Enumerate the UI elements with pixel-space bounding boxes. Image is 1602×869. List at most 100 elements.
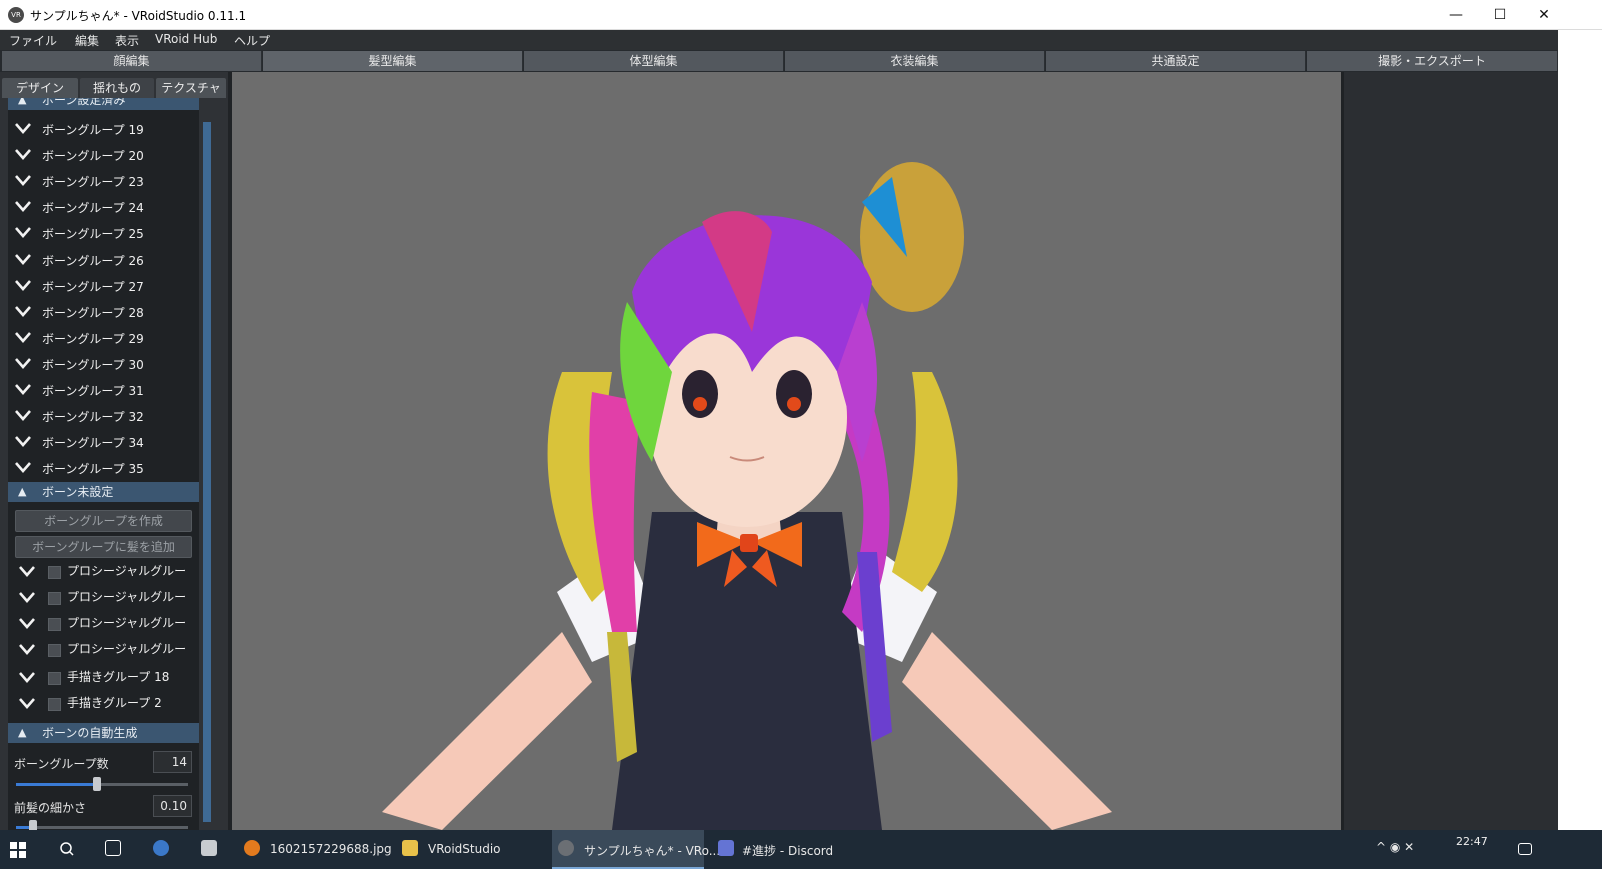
slider-thumb[interactable] <box>93 777 101 791</box>
start-button[interactable] <box>0 830 36 869</box>
bone-group-row[interactable]: ボーングループ 20 <box>8 142 199 168</box>
section-auto-generate[interactable]: ▲ ボーンの自動生成 <box>8 723 199 743</box>
bone-group-label: プロシージャルグルー <box>67 642 187 656</box>
bone-group-row[interactable]: ボーングループ 28 <box>8 299 199 325</box>
vroid-studio-window: VR サンプルちゃん* - VRoidStudio 0.11.1 — ☐ ✕ フ… <box>0 0 1602 869</box>
unset-bone-group-row[interactable]: プロシージャルグルー <box>8 611 199 637</box>
slider-thumb[interactable] <box>29 820 37 830</box>
file-icon <box>201 840 217 856</box>
bangs-detail-input[interactable]: 0.10 <box>153 795 192 817</box>
bone-group-label: ボーングループ 28 <box>42 305 144 320</box>
window-edge-background <box>1558 30 1602 830</box>
tab-face-edit[interactable]: 顔編集 <box>2 51 262 71</box>
taskbar-item-image[interactable]: 1602157229688.jpg <box>238 830 392 869</box>
left-panel-scrollbar[interactable] <box>203 122 211 822</box>
tab-common-settings[interactable]: 共通設定 <box>1046 51 1306 71</box>
menu-vroid-hub[interactable]: VRoid Hub <box>155 32 217 46</box>
chevron-down-icon <box>15 149 31 161</box>
minimize-button[interactable]: — <box>1433 0 1479 30</box>
system-tray[interactable]: ^ ◉ ✕ <box>1370 830 1440 869</box>
unset-bone-group-row[interactable]: プロシージャルグルー <box>8 637 199 663</box>
subtab-sway[interactable]: 揺れもの <box>80 78 154 98</box>
bone-group-row[interactable]: ボーングループ 23 <box>8 168 199 194</box>
bone-count-slider[interactable] <box>16 777 188 791</box>
group-checkbox[interactable] <box>48 566 61 579</box>
chevron-down-icon <box>19 644 35 655</box>
unset-bone-group-row[interactable]: 手描きグループ 18 <box>8 665 199 691</box>
chevron-down-icon <box>19 592 35 603</box>
windows-icon <box>10 842 26 858</box>
tab-body-edit[interactable]: 体型編集 <box>524 51 784 71</box>
sub-tab-bar: デザイン 揺れもの テクスチャ <box>0 72 228 98</box>
bone-group-row[interactable]: ボーングループ 30 <box>8 351 199 377</box>
search-button[interactable] <box>52 830 82 869</box>
group-checkbox[interactable] <box>48 644 61 657</box>
chevron-down-icon <box>15 462 31 474</box>
bone-group-row[interactable]: ボーングループ 19 <box>8 116 199 142</box>
bone-group-row[interactable]: ボーングループ 27 <box>8 273 199 299</box>
discord-icon <box>718 840 734 856</box>
browser-app[interactable] <box>146 830 176 869</box>
bone-group-label: 手描きグループ 2 <box>67 696 162 710</box>
bone-group-row[interactable]: ボーングループ 24 <box>8 194 199 220</box>
bone-group-row[interactable]: ボーングループ 35 <box>8 455 199 481</box>
menu-view[interactable]: 表示 <box>115 32 139 49</box>
unset-bone-group-row[interactable]: プロシージャルグルー <box>8 585 199 611</box>
section-bones-set[interactable]: ▲ ボーン設定済み <box>8 98 199 110</box>
close-button[interactable]: ✕ <box>1521 0 1567 30</box>
chevron-up-icon: ▲ <box>18 485 27 498</box>
bone-count-input[interactable]: 14 <box>153 751 192 773</box>
bangs-detail-slider[interactable] <box>16 820 188 830</box>
taskbar-item-label: #進捗 - Discord <box>742 844 834 858</box>
chevron-up-icon: ▲ <box>18 726 27 739</box>
chevron-down-icon <box>15 436 31 448</box>
maximize-button[interactable]: ☐ <box>1477 0 1523 30</box>
chevron-down-icon <box>15 331 31 343</box>
group-checkbox[interactable] <box>48 698 61 711</box>
scrollbar-thumb[interactable] <box>203 122 211 822</box>
group-checkbox[interactable] <box>48 672 61 685</box>
menu-file[interactable]: ファイル <box>9 32 57 49</box>
3d-viewport[interactable] <box>228 72 1341 830</box>
chevron-down-icon <box>19 672 35 683</box>
chevron-down-icon <box>19 698 35 709</box>
group-checkbox[interactable] <box>48 592 61 605</box>
bone-group-row[interactable]: ボーングループ 29 <box>8 325 199 351</box>
bone-group-label: プロシージャルグルー <box>67 590 187 604</box>
file-app[interactable] <box>194 830 224 869</box>
bone-group-row[interactable]: ボーングループ 32 <box>8 403 199 429</box>
taskbar-item-label: VRoidStudio <box>428 842 501 856</box>
tab-outfit-edit[interactable]: 衣装編集 <box>785 51 1045 71</box>
taskbar-item-vroid[interactable]: サンプルちゃん* - VRo... <box>552 830 720 869</box>
bone-group-label: ボーングループ 31 <box>42 384 144 398</box>
tab-photo-export[interactable]: 撮影・エクスポート <box>1307 51 1558 71</box>
menu-edit[interactable]: 編集 <box>75 32 99 49</box>
add-hair-to-bone-group-button[interactable]: ボーングループに髪を追加 <box>15 536 192 558</box>
bone-group-row[interactable]: ボーングループ 26 <box>8 247 199 273</box>
group-checkbox[interactable] <box>48 618 61 631</box>
notification-button[interactable] <box>1510 830 1540 869</box>
taskbar-item-label: サンプルちゃん* - VRo... <box>584 844 721 858</box>
unset-bone-group-row[interactable]: プロシージャルグルー <box>8 559 199 585</box>
bone-group-label: プロシージャルグルー <box>67 564 187 578</box>
bone-group-row[interactable]: ボーングループ 34 <box>8 429 199 455</box>
create-bone-group-button[interactable]: ボーングループを作成 <box>15 510 192 532</box>
tab-hair-edit[interactable]: 髪型編集 <box>263 51 523 71</box>
windows-taskbar: 1602157229688.jpg VRoidStudio サンプルちゃん* -… <box>0 830 1602 869</box>
menu-help[interactable]: ヘルプ <box>234 32 270 49</box>
subtab-texture[interactable]: テクスチャ <box>156 78 226 98</box>
bone-group-row[interactable]: ボーングループ 25 <box>8 220 199 246</box>
taskbar-item-label: 1602157229688.jpg <box>270 842 392 856</box>
section-bones-unset[interactable]: ▲ ボーン未設定 <box>8 482 199 502</box>
bone-group-row[interactable]: ボーングループ 31 <box>8 377 199 403</box>
chevron-down-icon <box>15 384 31 395</box>
subtab-design[interactable]: デザイン <box>2 78 78 98</box>
task-view-button[interactable] <box>98 830 128 869</box>
unset-bone-group-row[interactable]: 手描きグループ 2 <box>8 691 199 717</box>
chevron-down-icon <box>15 253 31 265</box>
taskbar-clock: 22:47 <box>1456 835 1488 848</box>
bone-group-label: ボーングループ 26 <box>42 253 144 268</box>
taskbar-item-folder[interactable]: VRoidStudio <box>396 830 546 869</box>
main-tab-bar: 顔編集 髪型編集 体型編集 衣装編集 共通設定 撮影・エクスポート <box>0 50 1602 72</box>
taskbar-item-discord[interactable]: #進捗 - Discord <box>712 830 862 869</box>
